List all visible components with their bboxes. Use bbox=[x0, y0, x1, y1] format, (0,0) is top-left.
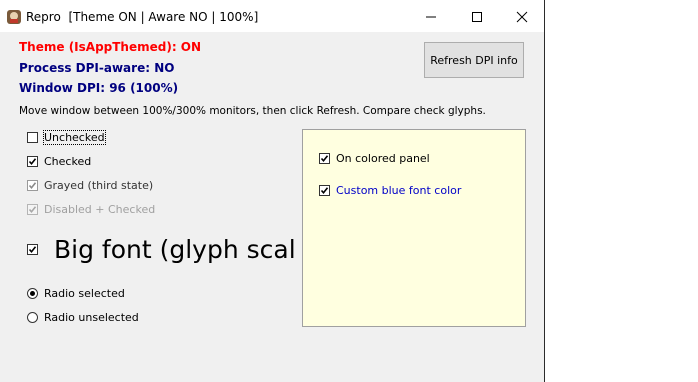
checkbox-big-font[interactable]: Big font (glyph scal bbox=[27, 235, 296, 264]
close-icon bbox=[516, 11, 528, 23]
instructions-text: Move window between 100%/300% monitors, … bbox=[19, 105, 486, 117]
radio-button[interactable] bbox=[27, 288, 38, 299]
checkbox-box[interactable] bbox=[319, 153, 330, 164]
checkbox-box[interactable] bbox=[27, 180, 38, 191]
checkbox-label: On colored panel bbox=[336, 152, 430, 165]
checkbox-box[interactable] bbox=[27, 156, 38, 167]
app-window: Repro [Theme ON | Aware NO | 100%] Theme… bbox=[0, 0, 545, 382]
radio-dot-icon bbox=[30, 291, 35, 296]
checkbox-box[interactable] bbox=[319, 185, 330, 196]
checkbox-label: Unchecked bbox=[43, 130, 106, 145]
minimize-icon bbox=[426, 16, 436, 18]
close-button[interactable] bbox=[499, 0, 545, 32]
window-title: Repro [Theme ON | Aware NO | 100%] bbox=[26, 10, 259, 24]
checkmark-icon bbox=[320, 187, 329, 195]
checkbox-label: Grayed (third state) bbox=[44, 179, 154, 192]
panel-checkbox-blue[interactable]: Custom blue font color bbox=[319, 184, 461, 197]
dpi-aware-status: Process DPI-aware: NO bbox=[19, 61, 175, 75]
radio-selected[interactable]: Radio selected bbox=[27, 287, 125, 300]
checkmark-icon bbox=[320, 155, 329, 163]
window-dpi-status: Window DPI: 96 (100%) bbox=[19, 81, 179, 95]
panel-checkbox-colored[interactable]: On colored panel bbox=[319, 152, 430, 165]
checkbox-disabled-checked: Disabled + Checked bbox=[27, 203, 155, 216]
big-checkbox-label: Big font (glyph scal bbox=[54, 235, 296, 264]
checkbox-box bbox=[27, 204, 38, 215]
radio-button[interactable] bbox=[27, 312, 38, 323]
checkmark-icon bbox=[28, 246, 37, 254]
checkbox-box[interactable] bbox=[27, 132, 38, 143]
app-icon[interactable] bbox=[6, 9, 22, 25]
radio-label: Radio unselected bbox=[44, 311, 139, 324]
checkbox-unchecked[interactable]: Unchecked bbox=[27, 130, 106, 145]
maximize-button[interactable] bbox=[454, 0, 500, 32]
checkbox-label: Disabled + Checked bbox=[44, 203, 156, 216]
title-bar[interactable]: Repro [Theme ON | Aware NO | 100%] bbox=[0, 0, 544, 32]
checkmark-icon bbox=[28, 158, 37, 166]
checkbox-checked[interactable]: Checked bbox=[27, 155, 91, 168]
radio-unselected[interactable]: Radio unselected bbox=[27, 311, 139, 324]
checkmark-icon bbox=[28, 206, 37, 214]
minimize-button[interactable] bbox=[408, 0, 454, 32]
checkbox-grayed[interactable]: Grayed (third state) bbox=[27, 179, 153, 192]
theme-status: Theme (IsAppThemed): ON bbox=[19, 40, 202, 54]
colored-panel: On colored panel Custom blue font color bbox=[302, 129, 526, 327]
checkbox-label: Checked bbox=[44, 155, 92, 168]
checkbox-label: Custom blue font color bbox=[336, 184, 462, 197]
checkmark-icon bbox=[28, 182, 37, 190]
refresh-dpi-button[interactable]: Refresh DPI info bbox=[424, 42, 524, 78]
radio-label: Radio selected bbox=[44, 287, 125, 300]
maximize-icon bbox=[472, 12, 482, 22]
checkbox-box[interactable] bbox=[27, 244, 38, 255]
